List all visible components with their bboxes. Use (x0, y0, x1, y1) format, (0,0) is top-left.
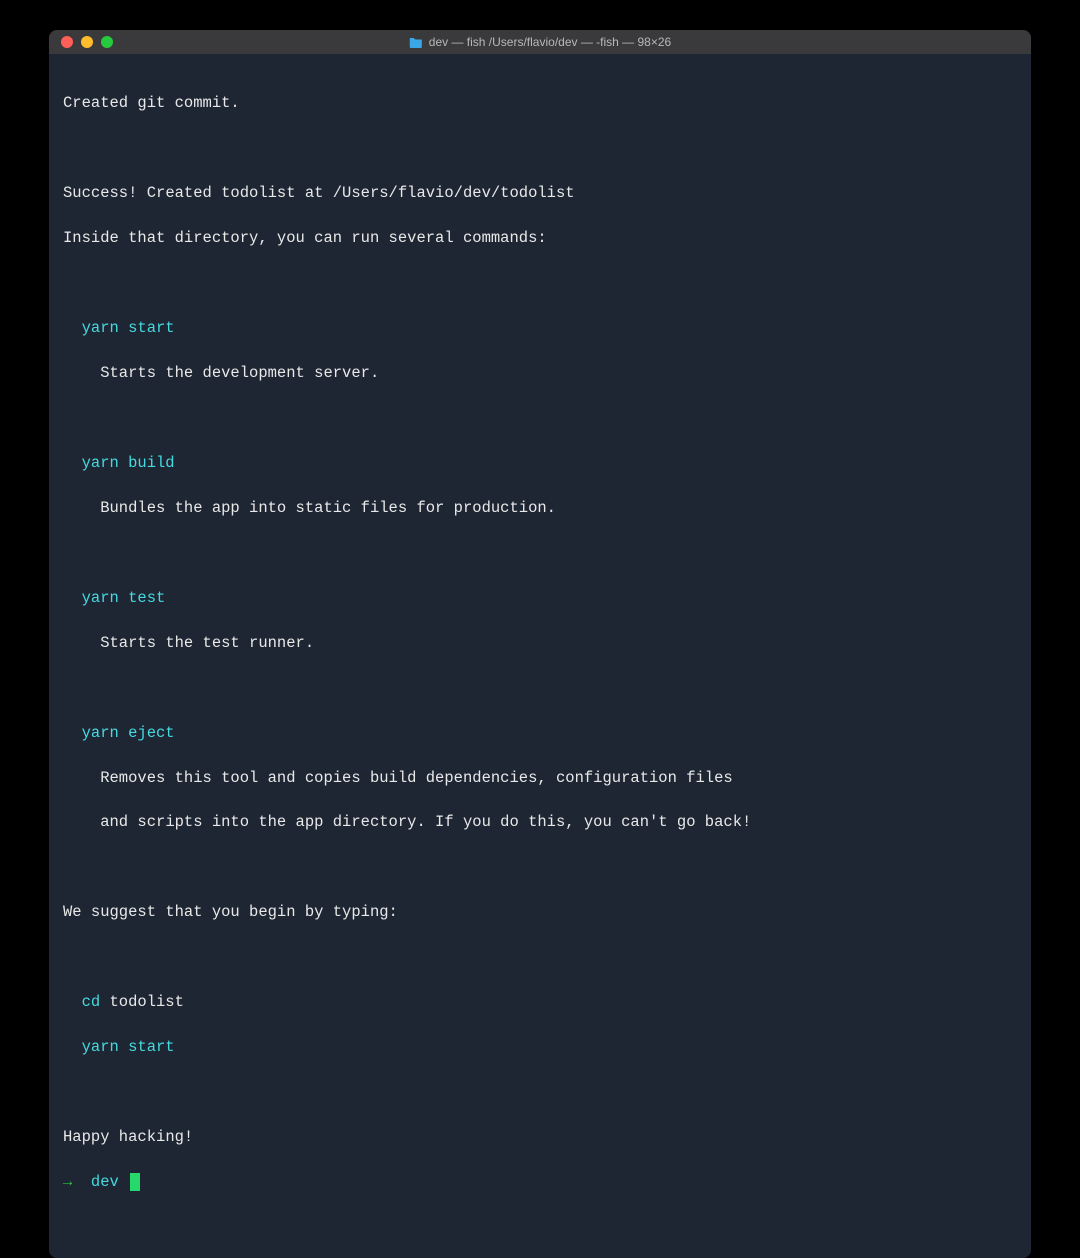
command-line: yarn eject (63, 722, 1017, 744)
description-line: and scripts into the app directory. If y… (63, 811, 1017, 833)
command-line: cd todolist (63, 991, 1017, 1013)
command-line: yarn start (63, 1036, 1017, 1058)
command: yarn start (82, 1038, 175, 1056)
blank-line (63, 272, 1017, 294)
text: Starts the test runner. (100, 634, 314, 652)
prompt-arrow: → (63, 1173, 72, 1191)
description-line: Starts the development server. (63, 362, 1017, 384)
text: Starts the development server. (100, 364, 379, 382)
command-arg: todolist (110, 993, 184, 1011)
output-line: Inside that directory, you can run sever… (63, 227, 1017, 249)
command: yarn build (82, 454, 175, 472)
blank-line (63, 137, 1017, 159)
command: cd (82, 993, 110, 1011)
folder-icon (409, 37, 423, 48)
terminal-body[interactable]: Created git commit. Success! Created tod… (49, 54, 1031, 1258)
text: We suggest that you begin by typing: (63, 903, 398, 921)
blank-line (63, 407, 1017, 429)
output-line: We suggest that you begin by typing: (63, 901, 1017, 923)
prompt-cwd: dev (91, 1173, 119, 1191)
description-line: Bundles the app into static files for pr… (63, 497, 1017, 519)
output-line: Created git commit. (63, 92, 1017, 114)
description-line: Removes this tool and copies build depen… (63, 767, 1017, 789)
window-title: dev — fish /Users/flavio/dev — -fish — 9… (429, 35, 671, 49)
blank-line (63, 1081, 1017, 1103)
text: Success! Created todolist at /Users/flav… (63, 184, 575, 202)
titlebar[interactable]: dev — fish /Users/flavio/dev — -fish — 9… (49, 30, 1031, 54)
blank-line (63, 677, 1017, 699)
command-line: yarn test (63, 587, 1017, 609)
text: Bundles the app into static files for pr… (100, 499, 556, 517)
blank-line (63, 856, 1017, 878)
output-line: Success! Created todolist at /Users/flav… (63, 182, 1017, 204)
window-title-area: dev — fish /Users/flavio/dev — -fish — 9… (409, 35, 671, 49)
text: Happy hacking! (63, 1128, 193, 1146)
traffic-lights (61, 36, 113, 48)
close-button[interactable] (61, 36, 73, 48)
blank-line (63, 542, 1017, 564)
prompt-line[interactable]: → dev (63, 1171, 1017, 1193)
output-line: Happy hacking! (63, 1126, 1017, 1148)
terminal-window: dev — fish /Users/flavio/dev — -fish — 9… (49, 30, 1031, 1258)
command-line: yarn build (63, 452, 1017, 474)
command: yarn test (82, 589, 166, 607)
text: and scripts into the app directory. If y… (100, 813, 751, 831)
text: Removes this tool and copies build depen… (100, 769, 733, 787)
maximize-button[interactable] (101, 36, 113, 48)
blank-line (63, 946, 1017, 968)
description-line: Starts the test runner. (63, 632, 1017, 654)
minimize-button[interactable] (81, 36, 93, 48)
command-line: yarn start (63, 317, 1017, 339)
text: Created git commit. (63, 94, 240, 112)
text: Inside that directory, you can run sever… (63, 229, 547, 247)
cursor-icon (130, 1173, 140, 1191)
command: yarn start (82, 319, 175, 337)
command: yarn eject (82, 724, 175, 742)
